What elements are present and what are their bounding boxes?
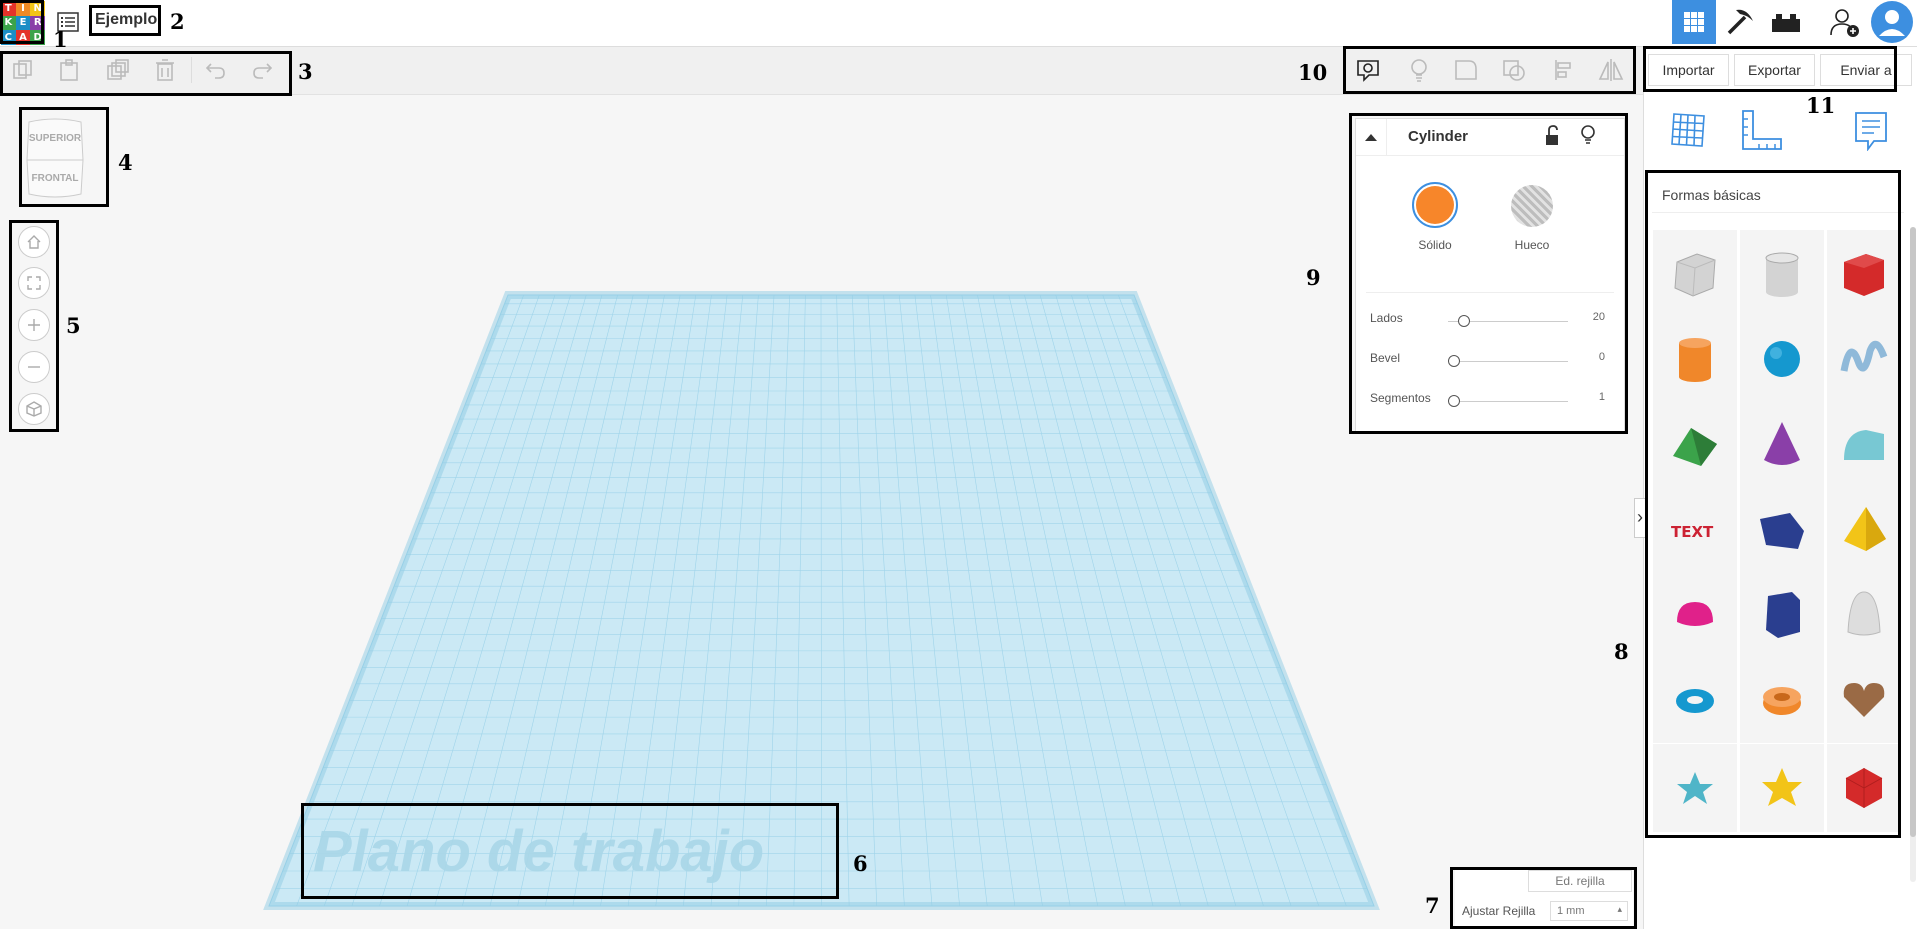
user-avatar-icon[interactable] [1870, 0, 1914, 44]
annotation-label-1: 1 [53, 27, 68, 52]
annotation-box-7 [1450, 867, 1637, 929]
pickaxe-icon[interactable] [1718, 0, 1762, 44]
library-scrollbar[interactable] [1910, 227, 1916, 882]
top-bar: T I N K E R C A D Ejemplo [0, 0, 1917, 47]
scrollbar-thumb[interactable] [1910, 227, 1916, 837]
annotation-label-9: 9 [1306, 265, 1321, 290]
annotation-label-5: 5 [66, 313, 81, 338]
annotation-box-5 [9, 220, 59, 432]
annotation-label-4: 4 [118, 150, 133, 175]
notes-icon[interactable] [1854, 111, 1888, 156]
3d-design-view-icon[interactable] [1672, 0, 1716, 44]
annotation-box-4 [19, 107, 109, 207]
annotation-label-2: 2 [170, 9, 185, 34]
annotation-box-6 [301, 803, 839, 899]
annotation-box-2 [89, 5, 161, 36]
annotation-box-3 [0, 51, 292, 96]
bricks-icon[interactable] [1764, 0, 1808, 44]
annotation-label-7: 7 [1425, 893, 1440, 918]
annotation-box-8 [1645, 170, 1901, 838]
annotation-label-6: 6 [853, 851, 868, 876]
annotation-box-9 [1349, 113, 1628, 434]
ruler-icon[interactable] [1739, 109, 1783, 158]
annotation-label-10: 10 [1298, 60, 1328, 85]
annotation-box-1 [0, 0, 44, 44]
annotation-box-10 [1343, 46, 1636, 94]
annotation-label-8: 8 [1614, 639, 1629, 664]
add-user-icon[interactable] [1822, 0, 1866, 44]
annotation-label-3: 3 [298, 59, 313, 84]
annotation-box-11 [1643, 46, 1897, 92]
annotation-label-11: 11 [1806, 93, 1836, 118]
workplane-tool-icon[interactable] [1668, 110, 1708, 155]
